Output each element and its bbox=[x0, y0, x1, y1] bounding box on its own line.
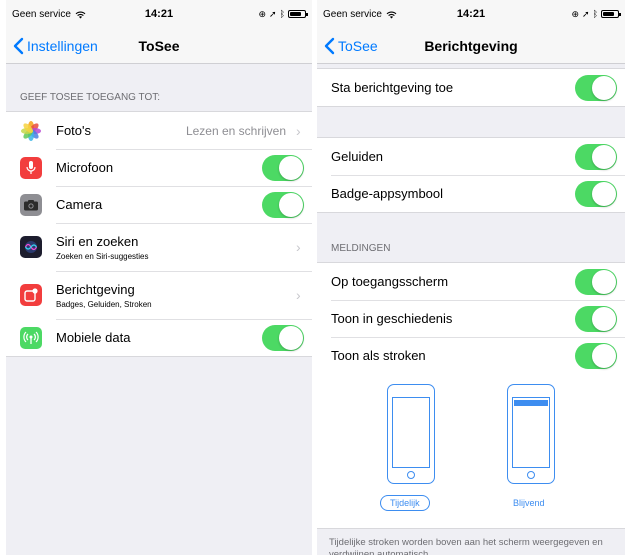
back-button-label: ToSee bbox=[338, 37, 378, 54]
wifi-icon bbox=[386, 11, 397, 19]
wifi-icon bbox=[75, 11, 86, 19]
bluetooth-icon: ᛒ bbox=[279, 9, 285, 19]
chevron-left-icon bbox=[13, 37, 24, 54]
history-label: Toon in geschiedenis bbox=[331, 311, 453, 326]
battery-icon bbox=[601, 10, 621, 18]
badge-label: Badge-appsymbool bbox=[331, 186, 444, 201]
chevron-right-icon: › bbox=[296, 122, 301, 139]
photos-label: Foto's bbox=[56, 123, 91, 138]
navigation-bar: Instellingen ToSee bbox=[6, 28, 312, 64]
temporary-banner-phone[interactable] bbox=[387, 384, 435, 484]
status-time: 14:21 bbox=[144, 8, 174, 20]
lock-screen-label: Op toegangsscherm bbox=[331, 274, 449, 289]
section-header-access: GEEF TOSEE TOEGANG TOT: bbox=[20, 92, 161, 103]
notifications-icon bbox=[20, 284, 42, 306]
chevron-right-icon: › bbox=[296, 239, 301, 255]
badge-toggle[interactable] bbox=[575, 180, 617, 207]
alerts-group: Op toegangsscherm Toon in geschiedenis T… bbox=[317, 262, 625, 374]
bluetooth-icon: ᛒ bbox=[592, 9, 598, 19]
row-badge: Badge-appsymbool bbox=[317, 175, 625, 212]
allow-notifications-label: Sta berichtgeving toe bbox=[331, 80, 454, 95]
sounds-toggle[interactable] bbox=[575, 143, 617, 170]
microphone-icon bbox=[20, 156, 42, 179]
siri-sublabel: Zoeken en Siri-suggesties bbox=[56, 251, 149, 261]
photos-access-value: Lezen en schrijven bbox=[185, 123, 286, 138]
tosee-settings-screen: Geen service 14:21 ⊕ ➚ ᛒ Instellingen To… bbox=[6, 0, 312, 555]
microphone-label: Microfoon bbox=[56, 160, 114, 175]
notifications-settings-screen: Geen service 14:21 ⊕ ➚ ᛒ ToSee Berichtge… bbox=[317, 0, 625, 555]
allow-notifications-group: Sta berichtgeving toe bbox=[317, 68, 625, 107]
camera-label: Camera bbox=[56, 197, 103, 212]
sounds-badge-group: Geluiden Badge-appsymbool bbox=[317, 137, 625, 213]
temporary-banner-option[interactable]: Tijdelijk bbox=[380, 495, 430, 511]
siri-label: Siri en zoeken bbox=[56, 233, 139, 249]
photos-icon bbox=[20, 119, 42, 142]
row-mobile-data: Mobiele data bbox=[6, 319, 312, 356]
carrier-label: Geen service bbox=[323, 8, 382, 20]
persistent-banner-phone[interactable] bbox=[507, 384, 555, 484]
microphone-toggle[interactable] bbox=[262, 154, 304, 181]
chevron-left-icon bbox=[324, 37, 335, 54]
row-allow-notifications: Sta berichtgeving toe bbox=[317, 69, 625, 106]
row-camera: Camera bbox=[6, 186, 312, 223]
row-banners: Toon als stroken bbox=[317, 337, 625, 374]
location-icon: ➚ bbox=[269, 8, 277, 19]
status-bar: Geen service 14:21 ⊕ ➚ ᛒ bbox=[6, 0, 312, 28]
status-icons: ⊕ ➚ ᛒ bbox=[571, 8, 621, 20]
siri-icon bbox=[20, 236, 42, 258]
history-toggle[interactable] bbox=[575, 305, 617, 332]
carrier-status: Geen service bbox=[323, 9, 397, 20]
carrier-status: Geen service bbox=[12, 9, 86, 20]
chevron-right-icon: › bbox=[296, 287, 301, 303]
back-button-tosee[interactable]: ToSee bbox=[317, 37, 378, 55]
page-title: Berichtgeving bbox=[424, 37, 518, 54]
banners-label: Toon als stroken bbox=[331, 348, 426, 363]
banner-style-description: Tijdelijke stroken worden boven aan het … bbox=[329, 537, 603, 555]
status-time: 14:21 bbox=[456, 8, 486, 20]
banners-toggle[interactable] bbox=[575, 342, 617, 369]
back-button-label: Instellingen bbox=[27, 37, 98, 54]
permissions-list: Foto's Lezen en schrijven › Microfoon Ca… bbox=[6, 111, 312, 357]
row-photos[interactable]: Foto's Lezen en schrijven › bbox=[6, 112, 312, 149]
camera-toggle[interactable] bbox=[262, 191, 304, 218]
rotation-lock-icon: ⊕ bbox=[571, 8, 580, 19]
location-icon: ➚ bbox=[582, 8, 590, 19]
navigation-bar: ToSee Berichtgeving bbox=[317, 28, 625, 64]
row-microphone: Microfoon bbox=[6, 149, 312, 186]
status-bar: Geen service 14:21 ⊕ ➚ ᛒ bbox=[317, 0, 625, 28]
battery-icon bbox=[288, 10, 308, 18]
camera-icon bbox=[20, 193, 42, 216]
notifications-sublabel: Badges, Geluiden, Stroken bbox=[56, 299, 152, 309]
row-history: Toon in geschiedenis bbox=[317, 300, 625, 337]
antenna-icon bbox=[20, 326, 42, 349]
row-lock-screen: Op toegangsscherm bbox=[317, 263, 625, 300]
sounds-label: Geluiden bbox=[331, 149, 384, 164]
row-sounds: Geluiden bbox=[317, 138, 625, 175]
persistent-banner-option[interactable]: Blijvend bbox=[513, 498, 545, 508]
row-siri[interactable]: Siri en zoeken Zoeken en Siri-suggesties… bbox=[6, 223, 312, 271]
section-header-alerts: MELDINGEN bbox=[331, 243, 391, 254]
banner-style-picker: Tijdelijk Blijvend bbox=[317, 374, 625, 529]
allow-notifications-toggle[interactable] bbox=[575, 74, 617, 101]
carrier-label: Geen service bbox=[12, 8, 71, 20]
lock-screen-toggle[interactable] bbox=[575, 268, 617, 295]
mobile-data-toggle[interactable] bbox=[262, 324, 304, 351]
notifications-label: Berichtgeving bbox=[56, 281, 135, 297]
status-icons: ⊕ ➚ ᛒ bbox=[258, 8, 308, 20]
mobile-data-label: Mobiele data bbox=[56, 330, 131, 345]
page-title: ToSee bbox=[138, 37, 180, 54]
back-button-instellingen[interactable]: Instellingen bbox=[6, 37, 98, 55]
row-notifications[interactable]: Berichtgeving Badges, Geluiden, Stroken … bbox=[6, 271, 312, 319]
rotation-lock-icon: ⊕ bbox=[258, 8, 267, 19]
